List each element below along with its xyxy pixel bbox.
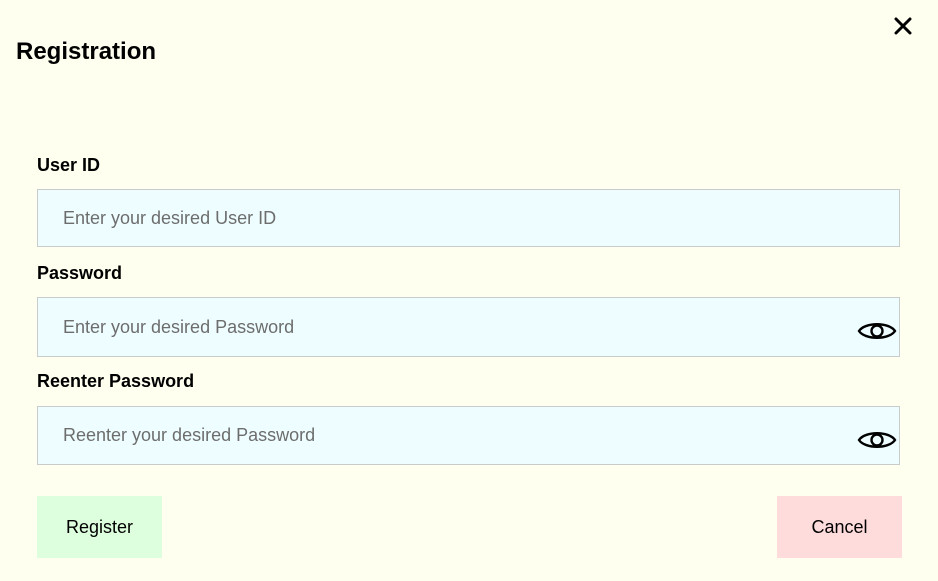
password-input[interactable] <box>38 298 899 356</box>
user-id-input[interactable] <box>38 190 899 246</box>
eye-icon <box>857 427 897 458</box>
eye-icon <box>857 318 897 349</box>
reenter-password-input[interactable] <box>38 407 899 464</box>
register-button[interactable]: Register <box>37 496 162 558</box>
password-visibility-toggle[interactable] <box>856 318 898 348</box>
close-button[interactable] <box>889 12 917 40</box>
close-icon <box>894 17 912 35</box>
dialog-title: Registration <box>16 38 157 65</box>
reenter-password-field-container <box>37 406 900 465</box>
cancel-button[interactable]: Cancel <box>777 496 902 558</box>
reenter-password-label: Reenter Password <box>37 371 195 391</box>
reenter-password-visibility-toggle[interactable] <box>856 427 898 457</box>
user-id-label: User ID <box>37 155 101 175</box>
password-label: Password <box>37 263 123 283</box>
user-id-field-container <box>37 189 900 247</box>
password-field-container <box>37 297 900 357</box>
registration-dialog: Registration User ID Password Reenter Pa… <box>0 0 938 581</box>
